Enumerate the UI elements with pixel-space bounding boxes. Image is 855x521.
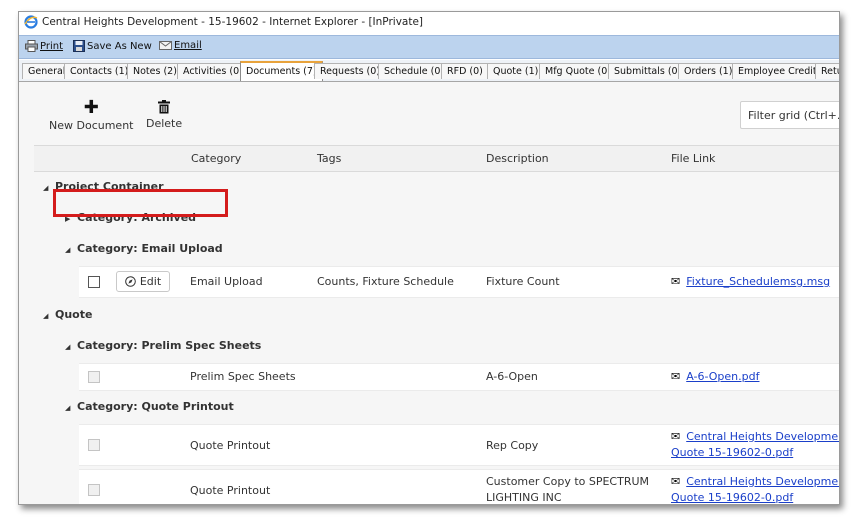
cell-file-link: ✉ Central Heights Development (671, 430, 839, 443)
compass-icon (125, 276, 136, 287)
cell-file-link: ✉ Central Heights Development (671, 475, 839, 488)
group-category-prelim-spec-sheets[interactable]: ◢ Category: Prelim Spec Sheets (65, 339, 261, 352)
file-link-line1[interactable]: Central Heights Development (686, 430, 839, 443)
row-checkbox[interactable] (88, 439, 100, 451)
title-bar: Central Heights Development - 15-19602 -… (19, 12, 839, 35)
trash-icon (158, 100, 171, 114)
collapse-triangle-icon: ◢ (43, 312, 49, 320)
row-checkbox[interactable] (88, 371, 100, 383)
browser-window: Central Heights Development - 15-19602 -… (18, 11, 840, 505)
envelope-icon: ✉ (671, 370, 681, 383)
row-checkbox[interactable] (88, 276, 100, 288)
cell-description: Rep Copy (486, 439, 539, 452)
column-header-category[interactable]: Category (191, 152, 241, 165)
edit-button[interactable]: Edit (116, 271, 170, 292)
cell-category: Email Upload (190, 275, 263, 288)
cell-description-line2: LIGHTING INC (486, 491, 562, 504)
cell-description: Fixture Count (486, 275, 560, 288)
file-link-line2[interactable]: Quote 15-19602-0.pdf (671, 491, 793, 504)
collapse-triangle-icon: ◢ (65, 404, 71, 412)
cell-category: Prelim Spec Sheets (190, 370, 296, 383)
file-link[interactable]: A-6-Open.pdf (686, 370, 759, 383)
column-header-file-link[interactable]: File Link (671, 152, 715, 165)
delete-button[interactable]: Delete (146, 100, 182, 130)
cell-file-link: ✉ Fixture_Schedulemsg.msg (671, 275, 830, 288)
tab-orders[interactable]: Orders (1) (678, 63, 739, 79)
table-row: Quote Printout Customer Copy to SPECTRUM… (79, 469, 839, 504)
group-label: Category: Email Upload (77, 242, 223, 255)
tab-mfg-quote[interactable]: Mfg Quote (0) (539, 63, 617, 79)
envelope-icon: ✉ (671, 430, 681, 443)
grid-header: Category Tags Description File Link (34, 145, 839, 172)
window-title: Central Heights Development - 15-19602 -… (42, 16, 424, 28)
tab-strip: General Contacts (1) Notes (2) Activitie… (19, 60, 839, 82)
edit-label: Edit (139, 275, 162, 288)
documents-panel: ✚ New Document Delete Filter grid (Ctrl+… (19, 82, 839, 504)
group-label: Category: Quote Printout (77, 400, 234, 413)
tab-contacts[interactable]: Contacts (1) (64, 63, 135, 79)
file-link-line1[interactable]: Central Heights Development (686, 475, 839, 488)
filter-grid-input[interactable]: Filter grid (Ctrl+.) (740, 101, 839, 129)
group-label: Quote (55, 308, 93, 321)
print-label: Print (40, 40, 64, 52)
cell-tags: Counts, Fixture Schedule (317, 275, 454, 288)
print-button[interactable]: Print (25, 40, 63, 52)
email-button[interactable]: Email (159, 40, 202, 51)
new-document-label: New Document (49, 119, 134, 132)
table-row: Edit Email Upload Counts, Fixture Schedu… (79, 266, 839, 298)
envelope-icon: ✉ (671, 275, 681, 288)
cell-category: Quote Printout (190, 484, 271, 497)
printer-icon (25, 40, 38, 52)
tab-rfd[interactable]: RFD (0) (441, 63, 489, 79)
group-label: Category: Prelim Spec Sheets (77, 339, 262, 352)
highlight-box (53, 189, 228, 217)
tab-activities[interactable]: Activities (0) (177, 63, 249, 79)
table-row: Quote Printout Rep Copy ✉ Central Heights… (79, 424, 839, 466)
plus-icon: ✚ (83, 97, 99, 118)
column-header-description[interactable]: Description (486, 152, 549, 165)
column-header-tags[interactable]: Tags (317, 152, 341, 165)
command-toolbar: Print Save As New Email (19, 35, 839, 59)
tab-documents[interactable]: Documents (7) (240, 61, 323, 81)
group-category-email-upload[interactable]: ◢ Category: Email Upload (65, 242, 223, 255)
group-quote[interactable]: ◢ Quote (43, 308, 92, 321)
tab-quote[interactable]: Quote (1) (487, 63, 545, 79)
tab-schedule[interactable]: Schedule (0) (378, 63, 451, 79)
collapse-triangle-icon: ◢ (65, 246, 71, 254)
tab-employee-credits[interactable]: Employee Credits (732, 63, 828, 79)
cell-file-link: ✉ A-6-Open.pdf (671, 370, 759, 383)
file-link[interactable]: Fixture_Schedulemsg.msg (686, 275, 830, 288)
save-as-new-label: Save As New (87, 40, 152, 52)
email-envelope-icon (159, 41, 172, 50)
cell-description-line1: Customer Copy to SPECTRUM (486, 475, 650, 488)
collapse-triangle-icon: ◢ (65, 343, 71, 351)
tab-requests[interactable]: Requests (0) (314, 63, 387, 79)
delete-label: Delete (146, 117, 183, 130)
save-disk-icon (73, 40, 85, 52)
cell-description: A-6-Open (486, 370, 538, 383)
email-label: Email (174, 40, 202, 51)
envelope-icon: ✉ (671, 475, 681, 488)
cell-category: Quote Printout (190, 439, 271, 452)
new-document-button[interactable]: ✚ New Document (49, 97, 134, 133)
save-as-new-button[interactable]: Save As New (73, 40, 152, 52)
table-row: Prelim Spec Sheets A-6-Open ✉ A-6-Open.pd… (79, 363, 839, 391)
tab-returns[interactable]: Retu (815, 63, 839, 79)
file-link-line2[interactable]: Quote 15-19602-0.pdf (671, 446, 793, 459)
group-category-quote-printout[interactable]: ◢ Category: Quote Printout (65, 400, 234, 413)
tab-submittals[interactable]: Submittals (0) (608, 63, 688, 79)
internet-explorer-icon (24, 15, 38, 29)
tab-notes[interactable]: Notes (2) (127, 63, 183, 79)
row-checkbox[interactable] (88, 484, 100, 496)
